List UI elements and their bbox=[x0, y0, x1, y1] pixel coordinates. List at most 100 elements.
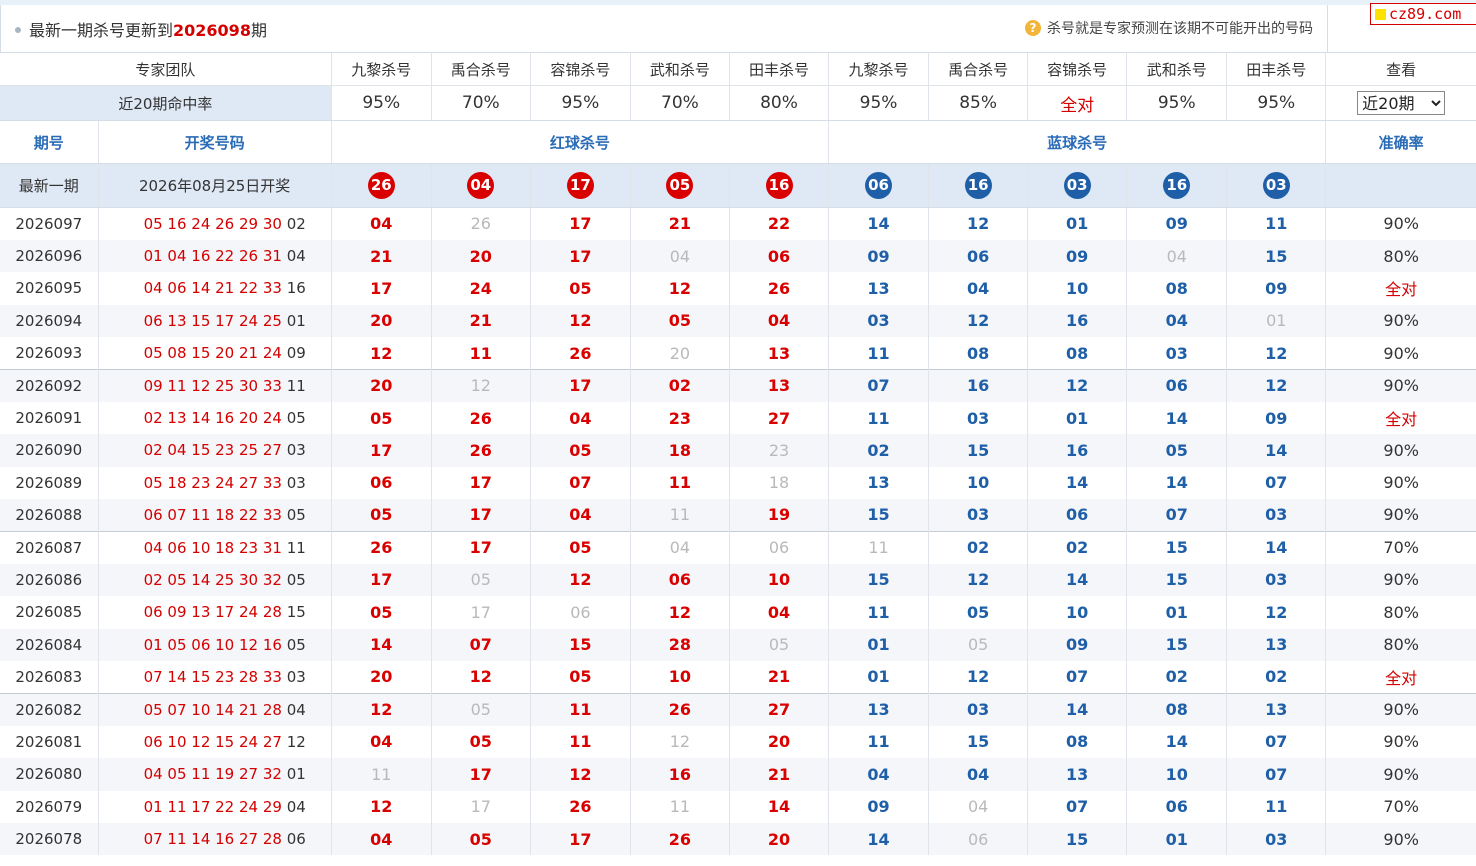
table-row: 2026097 05 16 24 26 29 30 02 04 26 17 21 22 14 1… bbox=[0, 207, 1476, 240]
period-select[interactable]: 近20期 bbox=[1357, 91, 1446, 115]
red-kill-number: 04 bbox=[331, 822, 432, 856]
draw-numbers: 04 06 10 18 23 31 11 bbox=[98, 530, 332, 564]
red-kill-number: 14 bbox=[331, 628, 432, 661]
red-kill-number: 11 bbox=[630, 466, 730, 500]
section-header-row: 期号 开奖号码 红球杀号 蓝球杀号 准确率 bbox=[0, 120, 1476, 164]
red-kill-number: 28 bbox=[630, 628, 730, 661]
blue-kill-number: 06 bbox=[1126, 368, 1228, 402]
bullet-dot-icon bbox=[15, 27, 21, 33]
blue-kill-number: 05 bbox=[928, 596, 1029, 629]
draw-numbers: 06 07 11 18 22 33 05 bbox=[98, 499, 332, 532]
red-kill-header: 红球杀号 bbox=[331, 120, 830, 164]
red-kill-number: 05 bbox=[331, 401, 432, 435]
blue-kill-number: 14 bbox=[828, 207, 930, 240]
issue-number: 2026079 bbox=[0, 790, 99, 823]
red-kill-number: 13 bbox=[729, 337, 830, 370]
table-row: 2026079 01 11 17 22 24 29 04 12 17 26 11 14 09 0… bbox=[0, 790, 1476, 823]
red-kill-number: 05 bbox=[431, 822, 531, 856]
accuracy-value: 90% bbox=[1325, 822, 1476, 856]
blue-kill-number: 14 bbox=[1126, 466, 1228, 500]
issue-number: 2026092 bbox=[0, 368, 99, 402]
red-kill-number: 12 bbox=[431, 660, 531, 694]
draw-blue-number: 03 bbox=[286, 667, 306, 686]
issue-number: 2026097 bbox=[0, 207, 99, 240]
red-kill-number: 05 bbox=[331, 499, 432, 532]
blue-kill-number: 06 bbox=[928, 822, 1029, 856]
draw-blue-number: 02 bbox=[286, 214, 306, 233]
red-kill-number: 12 bbox=[331, 692, 432, 726]
red-kill-number: 06 bbox=[630, 563, 730, 597]
issue-number: 2026093 bbox=[0, 337, 99, 370]
red-kill-number: 13 bbox=[729, 368, 830, 402]
red-kill-number: 12 bbox=[530, 563, 631, 597]
draw-blue-number: 05 bbox=[286, 505, 306, 524]
hit-rate-value: 全对 bbox=[1027, 85, 1128, 121]
blue-kill-number: 09 bbox=[828, 790, 930, 823]
help-icon[interactable]: ? bbox=[1025, 20, 1041, 36]
blue-kill-number: 12 bbox=[1226, 596, 1327, 629]
latest-blue-cell: 16 bbox=[928, 163, 1029, 208]
issue-number: 2026089 bbox=[0, 466, 99, 500]
draw-numbers: 06 09 13 17 24 28 15 bbox=[98, 596, 332, 629]
accuracy-value: 90% bbox=[1325, 434, 1476, 467]
draw-red-numbers: 05 08 15 20 21 24 bbox=[143, 344, 282, 362]
blue-kill-number: 15 bbox=[1226, 239, 1327, 273]
red-kill-number: 05 bbox=[530, 530, 631, 564]
blue-kill-number: 13 bbox=[828, 692, 930, 726]
draw-blue-number: 16 bbox=[286, 279, 306, 298]
red-kill-number: 14 bbox=[729, 790, 830, 823]
blue-kill-number: 14 bbox=[1126, 725, 1228, 759]
red-kill-number: 10 bbox=[729, 563, 830, 597]
draw-blue-number: 01 bbox=[286, 311, 306, 330]
blue-kill-number: 04 bbox=[928, 272, 1029, 305]
blue-kill-number: 03 bbox=[1126, 337, 1228, 370]
red-kill-number: 21 bbox=[431, 304, 531, 338]
kill-number-note: ? 杀号就是专家预测在该期不可能开出的号码 bbox=[1025, 18, 1313, 38]
hit-rate-value: 85% bbox=[928, 85, 1029, 121]
expert-name: 禹合杀号 bbox=[928, 52, 1029, 86]
red-kill-number: 17 bbox=[431, 758, 531, 791]
draw-numbers: 05 07 10 14 21 28 04 bbox=[98, 692, 332, 726]
red-kill-number: 21 bbox=[729, 660, 830, 694]
red-kill-number: 15 bbox=[530, 628, 631, 661]
issue-number: 2026087 bbox=[0, 530, 99, 564]
logo-area: cz89.com bbox=[1327, 3, 1476, 53]
draw-numbers: 02 13 14 16 20 24 05 bbox=[98, 401, 332, 435]
red-kill-number: 04 bbox=[729, 304, 830, 338]
red-kill-number: 17 bbox=[431, 499, 531, 532]
blue-kill-number: 14 bbox=[1027, 692, 1128, 726]
blue-kill-number: 06 bbox=[1126, 790, 1228, 823]
blue-kill-number: 03 bbox=[928, 692, 1029, 726]
draw-numbers: 01 05 06 10 12 16 05 bbox=[98, 628, 332, 661]
expert-name: 田丰杀号 bbox=[729, 52, 830, 86]
blue-kill-number: 06 bbox=[928, 239, 1029, 273]
draw-red-numbers: 05 18 23 24 27 33 bbox=[143, 473, 282, 492]
red-kill-number: 20 bbox=[331, 304, 432, 338]
draw-numbers: 02 04 15 23 25 27 03 bbox=[98, 434, 332, 467]
red-kill-number: 17 bbox=[431, 530, 531, 564]
draw-blue-number: 03 bbox=[286, 473, 306, 492]
blue-kill-number: 04 bbox=[1126, 239, 1228, 273]
red-kill-number: 06 bbox=[729, 239, 830, 273]
red-kill-number: 11 bbox=[431, 337, 531, 370]
draw-numbers: 07 14 15 23 28 33 03 bbox=[98, 660, 332, 694]
red-kill-number: 11 bbox=[530, 692, 631, 726]
red-kill-number: 12 bbox=[331, 337, 432, 370]
latest-blue-cell: 03 bbox=[1027, 163, 1128, 208]
red-kill-number: 23 bbox=[630, 401, 730, 435]
blue-kill-number: 01 bbox=[1027, 207, 1128, 240]
red-kill-number: 17 bbox=[530, 239, 631, 273]
accuracy-value: 80% bbox=[1325, 628, 1476, 661]
site-logo[interactable]: cz89.com bbox=[1370, 3, 1476, 25]
accuracy-value: 70% bbox=[1325, 530, 1476, 564]
draw-red-numbers: 06 07 11 18 22 33 bbox=[143, 505, 282, 524]
red-kill-number: 22 bbox=[729, 207, 830, 240]
blue-kill-number: 07 bbox=[828, 368, 930, 402]
red-kill-number: 19 bbox=[729, 499, 830, 532]
draw-red-numbers: 02 13 14 16 20 24 bbox=[143, 409, 282, 428]
red-kill-number: 17 bbox=[431, 596, 531, 629]
red-kill-number: 05 bbox=[431, 725, 531, 759]
table-row: 2026093 05 08 15 20 21 24 09 12 11 26 20 13 11 0… bbox=[0, 337, 1476, 370]
kill-number-table: 专家团队 九黎杀号 禹合杀号 容锦杀号 武和杀号 田丰杀号 九黎杀号 禹合杀号 … bbox=[0, 52, 1476, 856]
table-row: 2026087 04 06 10 18 23 31 11 26 17 05 04 06 11 0… bbox=[0, 530, 1476, 564]
